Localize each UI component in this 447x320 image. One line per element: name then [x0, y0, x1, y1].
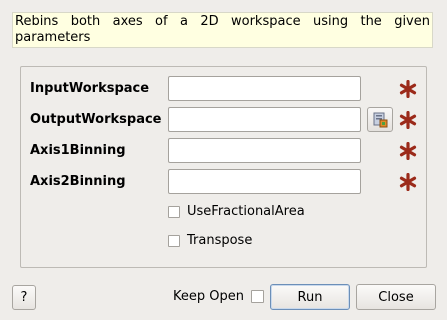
axis1-binning-field[interactable] — [168, 138, 361, 163]
workspace-browse-button[interactable] — [367, 107, 393, 132]
help-button[interactable]: ? — [12, 285, 36, 310]
checkbox-box[interactable] — [168, 234, 180, 247]
use-fractional-area-label: UseFractionalArea — [187, 204, 305, 219]
axis2-binning-field[interactable] — [168, 169, 361, 194]
axis1-binning-label: Axis1Binning — [30, 143, 126, 158]
required-star-icon — [399, 173, 417, 191]
output-workspace-label: OutputWorkspace — [30, 112, 162, 127]
run-button[interactable]: Run — [270, 284, 350, 310]
transpose-checkbox[interactable]: Transpose — [168, 233, 252, 248]
transpose-label: Transpose — [187, 233, 253, 248]
algorithm-description: Rebins both axes of a 2D workspace using… — [12, 12, 433, 48]
checkbox-box[interactable] — [168, 205, 180, 218]
close-button[interactable]: Close — [356, 284, 436, 310]
required-star-icon — [399, 111, 417, 129]
required-star-icon — [399, 80, 417, 98]
required-star-icon — [399, 142, 417, 160]
workspace-browse-icon — [373, 112, 388, 127]
keep-open-label: Keep Open — [173, 289, 244, 304]
keep-open-checkbox[interactable] — [251, 290, 264, 303]
use-fractional-area-checkbox[interactable]: UseFractionalArea — [168, 204, 305, 219]
input-workspace-field[interactable] — [168, 76, 361, 101]
output-workspace-field[interactable] — [168, 107, 361, 132]
input-workspace-label: InputWorkspace — [30, 81, 150, 96]
axis2-binning-label: Axis2Binning — [30, 174, 126, 189]
